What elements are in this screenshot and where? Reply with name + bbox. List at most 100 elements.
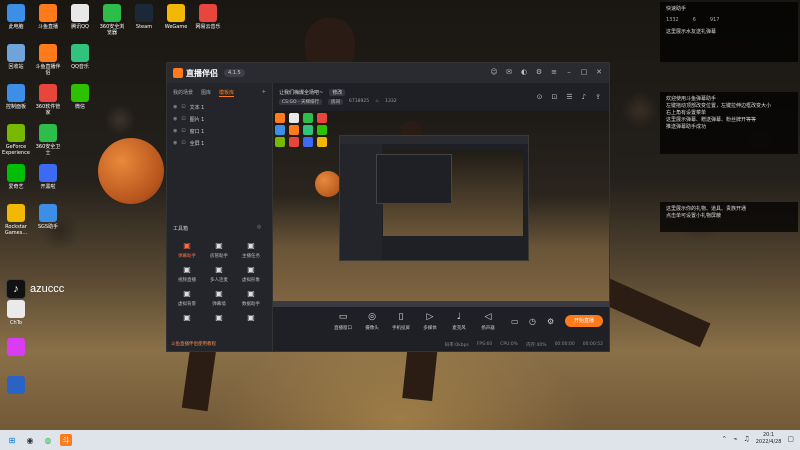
tool-item[interactable]: ▣ 数据助手: [235, 289, 267, 307]
stream-preview[interactable]: [273, 111, 609, 301]
tool-item[interactable]: ▣ 视频直播: [171, 265, 203, 283]
skin-icon[interactable]: ◐: [520, 68, 528, 76]
avatar-icon[interactable]: ☺: [490, 68, 498, 76]
clock[interactable]: 20:1 2022/4/28: [756, 432, 782, 446]
start-live-button[interactable]: 开始直播: [565, 315, 603, 327]
timer-icon[interactable]: ◷: [529, 317, 536, 326]
edit-title-button[interactable]: 修改: [329, 89, 346, 96]
desktop-shortcut[interactable]: WeGame: [162, 4, 190, 30]
bottom-tool[interactable]: ♩ 麦克风: [445, 311, 473, 331]
desktop-shortcut[interactable]: 微信: [66, 84, 94, 110]
gear-icon[interactable]: ⚙: [547, 317, 554, 326]
word-doc-icon: [7, 376, 25, 394]
desktop-shortcut[interactable]: 网易云音乐: [194, 4, 222, 30]
notice-panel-middle[interactable]: 欢迎使用斗鱼弹幕助手 左键拖动顶部改变位置，左键拉伸边框改变大小 右上角有设置菜…: [660, 92, 798, 154]
lock-icon[interactable]: ⊡: [181, 140, 185, 146]
network-icon[interactable]: ⌁: [733, 435, 737, 443]
desktop-shortcut[interactable]: 360软件管家: [34, 84, 62, 116]
tool-item[interactable]: ▣ 多人连麦: [203, 265, 235, 283]
desktop-shortcut[interactable]: Rockstar Games...: [2, 204, 30, 236]
notice-panel-top[interactable]: 快速助手 1332 6 917 这里展示水友送礼弹幕: [660, 2, 798, 62]
douyu-taskbar-icon[interactable]: 斗: [60, 434, 72, 446]
tiktok-watermark: ♪ azuccc: [6, 279, 64, 299]
category-selector[interactable]: CS:GO - 天梯排行: [279, 99, 323, 105]
bottom-tool[interactable]: ▭ 直播窗口: [329, 311, 357, 331]
toolbox-settings-icon[interactable]: ◎: [257, 224, 261, 230]
eye-icon[interactable]: ◉: [173, 104, 177, 110]
message-icon[interactable]: ✉: [505, 68, 513, 76]
tab-templates[interactable]: 模板库: [219, 89, 235, 97]
eye-icon[interactable]: ◉: [173, 116, 177, 122]
bottom-tool[interactable]: ◎ 摄像头: [358, 311, 386, 331]
desktop-shortcut[interactable]: 爱奇艺: [2, 164, 30, 190]
tool-item[interactable]: ▣ 虚拟形象: [235, 265, 267, 283]
minimize-icon[interactable]: –: [565, 68, 573, 76]
camera-toggle-icon[interactable]: ▭: [511, 317, 519, 326]
live-companion-window[interactable]: 直播伴侣 4.1.5 ☺ ✉ ◐ ⚙ ≡ – □ ✕ 我的场景 图库 模板库 +…: [166, 62, 610, 352]
scene-row[interactable]: ◉ ⊡ 图片 1: [167, 113, 272, 125]
tab-gallery[interactable]: 图库: [201, 89, 211, 97]
desktop-shortcut[interactable]: [2, 338, 30, 358]
notice-panel-bottom[interactable]: 这里展示你的礼物、道具、贵族开通 点击单可设置小礼物屏蔽: [660, 202, 798, 232]
chat-icon[interactable]: ☰: [566, 93, 572, 101]
eye-icon[interactable]: ◉: [173, 128, 177, 134]
bottom-tool[interactable]: ▷ 多媒体: [416, 311, 444, 331]
scene-row[interactable]: ◉ ⊡ 全屏 1: [167, 137, 272, 149]
screenshot-icon[interactable]: ⊡: [552, 93, 558, 101]
desktop-shortcut[interactable]: [2, 376, 30, 396]
desktop-shortcut[interactable]: 360安全浏览器: [98, 4, 126, 36]
desktop-shortcut[interactable]: SGS助手: [34, 204, 62, 230]
tab-my-scenes[interactable]: 我的场景: [173, 89, 193, 97]
version-badge[interactable]: 4.1.5: [224, 69, 245, 77]
scene-panel: 我的场景 图库 模板库 + ◉ ⊡ 文本 1 ◉ ⊡ 图片 1 ◉ ⊡ 窗口 1 ◉ ⊡ 全屏 …: [167, 83, 273, 351]
360-taskbar-icon[interactable]: ◍: [42, 434, 54, 446]
title-bar[interactable]: 直播伴侣 4.1.5 ☺ ✉ ◐ ⚙ ≡ – □ ✕: [167, 63, 609, 83]
desktop-shortcut[interactable]: ChTo: [2, 300, 30, 326]
lock-icon[interactable]: ⊡: [181, 104, 185, 110]
volume-icon[interactable]: ♫: [743, 435, 749, 443]
desktop-shortcut[interactable]: 斗鱼直播伴侣: [34, 44, 62, 76]
tool-item[interactable]: ▣ 房管助手: [203, 241, 235, 259]
steam-taskbar-icon[interactable]: ◉: [24, 434, 36, 446]
tool-item[interactable]: ▣: [171, 313, 203, 325]
desktop-shortcut-label: 控制面板: [5, 104, 26, 110]
bell-icon[interactable]: ♪: [582, 93, 586, 101]
tool-item[interactable]: ▣ 弹幕墙: [203, 289, 235, 307]
tool-item[interactable]: ▣ 虚拟背景: [171, 289, 203, 307]
desktop-shortcut[interactable]: 斗鱼直播: [34, 4, 62, 30]
tutorial-link[interactable]: 斗鱼直播伴侣使用教程: [171, 341, 216, 347]
desktop-shortcut[interactable]: 360安全卫士: [34, 124, 62, 156]
desktop-shortcut[interactable]: GeForce Experience: [2, 124, 30, 156]
tool-item[interactable]: ▣ 主播任务: [235, 241, 267, 259]
maximize-icon[interactable]: □: [580, 68, 588, 76]
bottom-tool[interactable]: ◁ 扬声器: [474, 311, 502, 331]
desktop-shortcut[interactable]: 开黑啦: [34, 164, 62, 190]
desktop-shortcut[interactable]: 控制面板: [2, 84, 30, 110]
add-scene-icon[interactable]: +: [262, 89, 266, 97]
menu-icon[interactable]: ≡: [550, 68, 558, 76]
tool-item[interactable]: ▣ 弹幕助手: [171, 241, 203, 259]
tray-chevron-icon[interactable]: ⌃: [721, 435, 727, 443]
scene-row[interactable]: ◉ ⊡ 文本 1: [167, 101, 272, 113]
eye-icon[interactable]: ◉: [173, 140, 177, 146]
share-icon[interactable]: ⇪: [595, 93, 601, 101]
desktop-shortcut[interactable]: 腾讯QQ: [66, 4, 94, 30]
hot-count: 1332: [385, 99, 397, 104]
close-icon[interactable]: ✕: [595, 68, 603, 76]
desktop-shortcut[interactable]: 此电脑: [2, 4, 30, 30]
tool-item[interactable]: ▣: [235, 313, 267, 325]
desktop-shortcut[interactable]: QQ音乐: [66, 44, 94, 70]
scene-row[interactable]: ◉ ⊡ 窗口 1: [167, 125, 272, 137]
windows-start-icon[interactable]: ⊞: [6, 434, 18, 446]
desktop-shortcut[interactable]: Steam: [130, 4, 158, 30]
bottom-tool[interactable]: ▯ 手机投屏: [387, 311, 415, 331]
tool-item[interactable]: ▣: [203, 313, 235, 325]
avatar-icon: ▣: [247, 265, 255, 274]
room-title[interactable]: 让我们嗨爆全场吧~: [279, 89, 323, 96]
lock-icon[interactable]: ⊡: [181, 128, 185, 134]
notification-icon[interactable]: ▢: [787, 435, 794, 443]
lock-icon[interactable]: ⊡: [181, 116, 185, 122]
record-icon[interactable]: ⊙: [537, 93, 543, 101]
desktop-shortcut[interactable]: 回收站: [2, 44, 30, 70]
settings-icon[interactable]: ⚙: [535, 68, 543, 76]
